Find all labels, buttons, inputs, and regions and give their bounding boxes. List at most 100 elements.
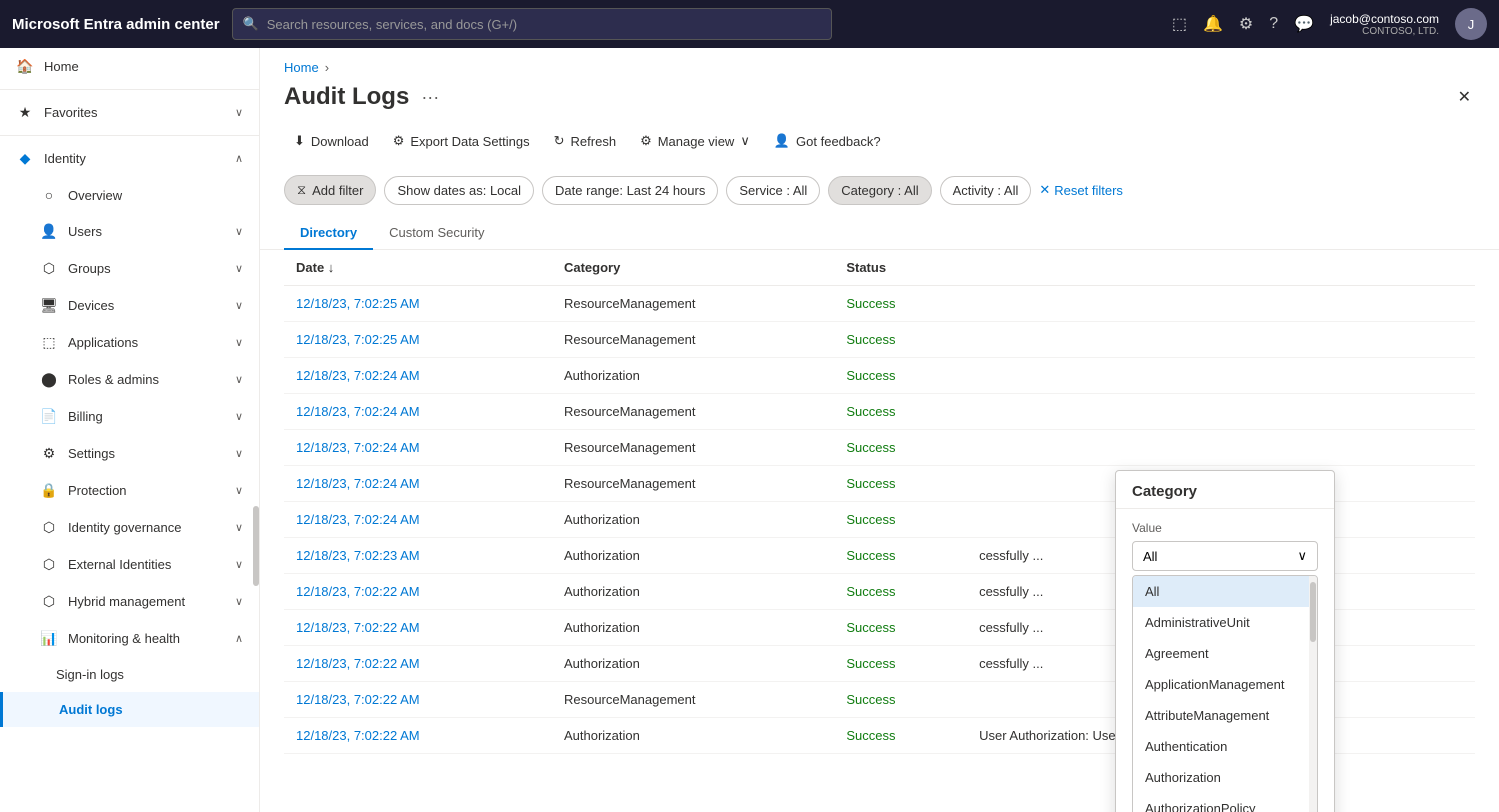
tab-custom-security[interactable]: Custom Security (373, 217, 500, 250)
toolbar: ⬇ Download ⚙ Export Data Settings ↻ Refr… (260, 127, 1499, 167)
sidebar-overview-label: Overview (68, 188, 122, 203)
row-category: Authorization (552, 502, 834, 538)
sidebar-monitoring-label: Monitoring & health (68, 631, 180, 646)
category-item[interactable]: Authorization (1133, 762, 1317, 793)
help-icon[interactable]: ? (1269, 15, 1278, 33)
groups-icon: ⬡ (40, 260, 58, 277)
row-status: Success (834, 538, 967, 574)
reset-filters-button[interactable]: ✕ Reset filters (1039, 182, 1123, 198)
category-filter[interactable]: Category : All (828, 176, 931, 205)
monitoring-chevron: ∧ (235, 632, 243, 645)
service-filter[interactable]: Service : All (726, 176, 820, 205)
table-row: 12/18/23, 7:02:24 AMResourceManagementSu… (284, 430, 1475, 466)
feedback-icon[interactable]: 💬 (1294, 14, 1314, 34)
tab-directory[interactable]: Directory (284, 217, 373, 250)
sidebar-item-overview[interactable]: ○ Overview (0, 177, 259, 213)
sidebar-item-hybrid-management[interactable]: ⬡ Hybrid management ∨ (0, 583, 259, 620)
sidebar-item-protection[interactable]: 🔒 Protection ∨ (0, 472, 259, 509)
col-date[interactable]: Date ↓ (284, 250, 552, 286)
sidebar-item-devices[interactable]: 🖥 Devices ∨ (0, 287, 259, 324)
category-item[interactable]: AuthorizationPolicy (1133, 793, 1317, 812)
devices-icon: 🖥 (40, 297, 58, 314)
groups-chevron: ∨ (235, 262, 243, 275)
row-status: Success (834, 466, 967, 502)
sidebar-item-settings[interactable]: ⚙ Settings ∨ (0, 435, 259, 472)
category-select[interactable]: All ∨ (1132, 541, 1318, 571)
row-date-link[interactable]: 12/18/23, 7:02:24 AM (296, 368, 420, 383)
sidebar-item-identity-governance[interactable]: ⬡ Identity governance ∨ (0, 509, 259, 546)
portal-icon[interactable]: ⬚ (1172, 14, 1187, 34)
refresh-button[interactable]: ↻ Refresh (544, 127, 626, 155)
category-value-label: Value (1132, 521, 1318, 535)
category-item[interactable]: AttributeManagement (1133, 700, 1317, 731)
protection-icon: 🔒 (40, 482, 58, 499)
sidebar-item-external-identities[interactable]: ⬡ External Identities ∨ (0, 546, 259, 583)
feedback-button[interactable]: 👤 Got feedback? (764, 127, 891, 155)
sidebar-item-sign-in-logs[interactable]: Sign-in logs (0, 657, 259, 692)
sidebar-item-favorites[interactable]: ★ Favorites ∨ (0, 94, 259, 131)
category-panel-title: Category (1116, 471, 1334, 509)
row-date-link[interactable]: 12/18/23, 7:02:22 AM (296, 620, 420, 635)
row-status: Success (834, 718, 967, 754)
row-category: ResourceManagement (552, 322, 834, 358)
sidebar-item-home[interactable]: 🏠 Home (0, 48, 259, 85)
row-date-link[interactable]: 12/18/23, 7:02:22 AM (296, 656, 420, 671)
applications-chevron: ∨ (235, 336, 243, 349)
manage-view-chevron: ∨ (740, 133, 750, 149)
row-category: Authorization (552, 538, 834, 574)
row-status: Success (834, 574, 967, 610)
category-item[interactable]: All (1133, 576, 1317, 607)
row-category: ResourceManagement (552, 286, 834, 322)
sidebar-item-applications[interactable]: ⬚ Applications ∨ (0, 324, 259, 361)
search-bar[interactable]: 🔍 (232, 8, 832, 40)
row-date-link[interactable]: 12/18/23, 7:02:22 AM (296, 584, 420, 599)
sidebar-item-users[interactable]: 👤 Users ∨ (0, 213, 259, 250)
show-dates-filter[interactable]: Show dates as: Local (384, 176, 534, 205)
filters-bar: ⧖ Add filter Show dates as: Local Date r… (260, 167, 1499, 217)
row-date-link[interactable]: 12/18/23, 7:02:24 AM (296, 512, 420, 527)
row-date-link[interactable]: 12/18/23, 7:02:22 AM (296, 728, 420, 743)
row-status: Success (834, 322, 967, 358)
search-input[interactable] (267, 17, 821, 32)
export-button[interactable]: ⚙ Export Data Settings (383, 127, 540, 155)
row-date-link[interactable]: 12/18/23, 7:02:22 AM (296, 692, 420, 707)
sidebar-item-billing[interactable]: 📄 Billing ∨ (0, 398, 259, 435)
breadcrumb-home[interactable]: Home (284, 60, 319, 75)
category-item[interactable]: AdministrativeUnit (1133, 607, 1317, 638)
row-date-link[interactable]: 12/18/23, 7:02:24 AM (296, 440, 420, 455)
avatar[interactable]: J (1455, 8, 1487, 40)
activity-filter[interactable]: Activity : All (940, 176, 1032, 205)
notification-icon[interactable]: 🔔 (1203, 14, 1223, 34)
sidebar-item-roles[interactable]: ⬤ Roles & admins ∨ (0, 361, 259, 398)
identity-governance-chevron: ∨ (235, 521, 243, 534)
table-row: 12/18/23, 7:02:25 AM ResourceManagementSu… (284, 322, 1475, 358)
manage-view-button[interactable]: ⚙ Manage view ∨ (630, 127, 760, 155)
more-options-button[interactable]: ··· (421, 87, 439, 108)
row-category: ResourceManagement (552, 682, 834, 718)
date-range-filter[interactable]: Date range: Last 24 hours (542, 176, 718, 205)
row-date-link[interactable]: 12/18/23, 7:02:25 AM (296, 296, 420, 311)
monitoring-icon: 📊 (40, 630, 58, 647)
settings-icon[interactable]: ⚙ (1239, 14, 1253, 34)
sidebar-item-audit-logs[interactable]: Audit logs (0, 692, 259, 727)
settings-chevron: ∨ (235, 447, 243, 460)
category-item[interactable]: Authentication (1133, 731, 1317, 762)
row-date-link[interactable]: 12/18/23, 7:02:24 AM (296, 476, 420, 491)
row-date-link[interactable]: 12/18/23, 7:02:23 AM (296, 548, 420, 563)
row-category: ResourceManagement (552, 430, 834, 466)
user-menu[interactable]: jacob@contoso.com CONTOSO, LTD. (1330, 12, 1439, 37)
sidebar-item-monitoring[interactable]: 📊 Monitoring & health ∧ (0, 620, 259, 657)
add-filter-button[interactable]: ⧖ Add filter (284, 175, 376, 205)
sidebar-item-identity[interactable]: ◆ Identity ∧ (0, 140, 259, 177)
download-button[interactable]: ⬇ Download (284, 127, 379, 155)
row-category: Authorization (552, 610, 834, 646)
close-button[interactable]: ✕ (1454, 83, 1475, 111)
app-title: Microsoft Entra admin center (12, 16, 220, 33)
sidebar-item-groups[interactable]: ⬡ Groups ∨ (0, 250, 259, 287)
row-activity (967, 286, 1475, 322)
category-item[interactable]: Agreement (1133, 638, 1317, 669)
category-item[interactable]: ApplicationManagement (1133, 669, 1317, 700)
row-date-link[interactable]: 12/18/23, 7:02:24 AM (296, 404, 420, 419)
reset-icon: ✕ (1039, 182, 1050, 198)
row-date-link[interactable]: 12/18/23, 7:02:25 AM (296, 332, 420, 347)
